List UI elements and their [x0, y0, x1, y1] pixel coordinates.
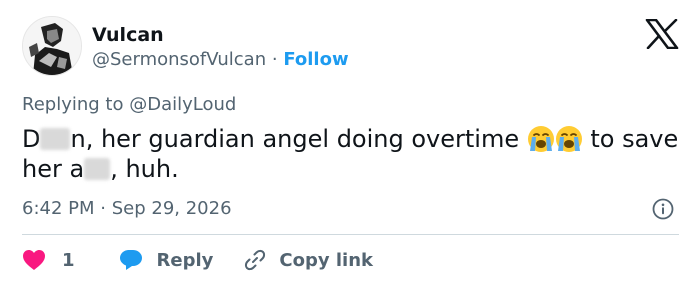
reply-mention-link[interactable]: @DailyLoud	[129, 94, 236, 115]
reply-label: Reply	[156, 249, 214, 271]
like-count: 1	[62, 249, 75, 271]
tweet-text-part-4: , huh.	[110, 155, 179, 183]
link-icon	[245, 249, 266, 271]
action-bar: 1 Reply Copy link	[22, 248, 373, 272]
x-logo-icon[interactable]	[645, 18, 679, 50]
like-button[interactable]: 1	[22, 249, 75, 271]
tweet-text: Dn, her guardian angel doing overtime to…	[22, 124, 682, 184]
tweet-text-part-2: n, her guardian angel doing overtime	[70, 125, 520, 153]
timestamp[interactable]: 6:42 PM · Sep 29, 2026	[22, 198, 232, 219]
reply-bubble-icon	[119, 250, 142, 270]
follow-button[interactable]: Follow	[283, 49, 348, 70]
loudly-crying-face-icon	[555, 126, 582, 152]
avatar[interactable]	[22, 16, 82, 76]
handle-separator: ·	[271, 49, 278, 70]
divider	[22, 234, 679, 235]
reply-context: Replying to @DailyLoud	[22, 94, 236, 115]
tweet-text-part-1: D	[22, 125, 41, 153]
censored-blur	[84, 158, 111, 180]
tweet-date: Sep 29, 2026	[111, 198, 232, 219]
author-handle[interactable]: @SermonsofVulcan	[92, 49, 266, 70]
reply-context-prefix: Replying to	[22, 94, 124, 115]
copy-link-label: Copy link	[279, 249, 373, 271]
author-handle-row: @SermonsofVulcan · Follow	[92, 49, 349, 70]
info-icon[interactable]	[652, 198, 674, 220]
copy-link-button[interactable]: Copy link	[243, 248, 373, 272]
tweet-time: 6:42 PM	[22, 198, 95, 219]
avatar-image	[23, 17, 81, 75]
heart-icon	[23, 250, 45, 270]
censored-blur	[40, 128, 71, 150]
author-name[interactable]: Vulcan	[92, 24, 164, 46]
time-separator: ·	[100, 198, 106, 219]
loudly-crying-face-icon	[527, 126, 554, 152]
reply-button[interactable]: Reply	[119, 249, 214, 271]
